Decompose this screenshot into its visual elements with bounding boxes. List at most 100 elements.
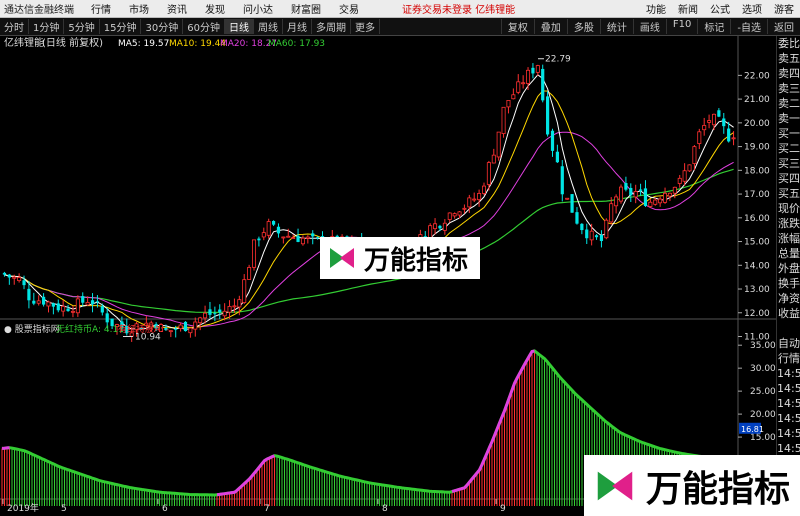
indicator-current: 16.81 bbox=[741, 425, 764, 434]
price-tick: 15.00 bbox=[744, 238, 770, 248]
candle-body bbox=[22, 280, 26, 286]
tool-button-0[interactable]: 复权 bbox=[500, 19, 534, 34]
sidebar-item: 委比 bbox=[778, 37, 800, 50]
stock-badge: 亿纬锂能 bbox=[475, 5, 516, 16]
period-tab-8[interactable]: 月线 bbox=[283, 19, 312, 34]
candle-body bbox=[32, 300, 36, 304]
indicator-tick: 20.00 bbox=[750, 410, 776, 420]
ma-label-3: MA60: 17.93 bbox=[268, 39, 325, 49]
candle-body bbox=[105, 313, 109, 323]
price-tick: 21.00 bbox=[744, 95, 770, 105]
candle-body bbox=[638, 189, 643, 191]
candle-body bbox=[442, 222, 447, 231]
sidebar-item: 自动 bbox=[778, 337, 800, 350]
date-tick: 8 bbox=[382, 504, 388, 514]
tool-button-2[interactable]: 多股 bbox=[566, 19, 600, 34]
tool-button-4[interactable]: 画线 bbox=[632, 19, 666, 34]
sidebar-item: 14:58 bbox=[777, 412, 800, 425]
tool-button-8[interactable]: 返回 bbox=[767, 19, 800, 34]
candle-body bbox=[66, 308, 70, 312]
right-menu-item-0[interactable]: 功能 bbox=[640, 1, 672, 16]
ma10-line bbox=[4, 90, 734, 329]
indicator-value-1: 无红持币A: 4.11 bbox=[56, 323, 124, 335]
menu-item-5[interactable]: 财富圈 bbox=[282, 1, 330, 16]
period-tab-0[interactable]: 分时 bbox=[0, 19, 29, 34]
tool-button-5[interactable]: F10 bbox=[665, 19, 697, 34]
menu-bar: 通达信金融终端 行情 市场 资讯 发现 问小达 财富圈 交易 证券交易未登录 亿纬锂能 功能… bbox=[0, 0, 800, 18]
watermark-logo-icon bbox=[326, 242, 358, 274]
candle-body bbox=[218, 309, 222, 313]
sidebar-item: 14:58 bbox=[777, 427, 800, 440]
menu-item-1[interactable]: 市场 bbox=[120, 1, 158, 16]
candle-body bbox=[247, 267, 252, 280]
candle-body bbox=[585, 229, 589, 239]
candle-body bbox=[722, 118, 726, 127]
period-tab-2[interactable]: 5分钟 bbox=[64, 19, 100, 34]
price-tick: 17.00 bbox=[744, 190, 770, 200]
user-label[interactable]: 游客 bbox=[768, 1, 800, 16]
candle-body bbox=[677, 177, 682, 184]
indicator-tick: 25.00 bbox=[750, 387, 776, 397]
period-tab-7[interactable]: 周线 bbox=[254, 19, 283, 34]
menu-item-4[interactable]: 问小达 bbox=[234, 1, 282, 16]
tool-button-3[interactable]: 统计 bbox=[599, 19, 633, 34]
price-tick: 14.00 bbox=[744, 261, 770, 271]
tool-button-7[interactable]: -自选 bbox=[730, 19, 767, 34]
candle-body bbox=[81, 296, 85, 303]
period-tab-4[interactable]: 30分钟 bbox=[141, 19, 184, 34]
right-menu-item-1[interactable]: 新闻 bbox=[672, 1, 704, 16]
candle-body bbox=[452, 213, 457, 217]
candle-body bbox=[276, 226, 281, 234]
candle-body bbox=[486, 162, 491, 185]
candle-body bbox=[648, 201, 653, 207]
period-tab-5[interactable]: 60分钟 bbox=[183, 19, 225, 34]
period-tab-1[interactable]: 1分钟 bbox=[29, 19, 65, 34]
candle-body bbox=[281, 236, 286, 239]
period-tabs: 分时 1分钟 5分钟 15分钟 30分钟 60分钟 日线 周线 月线 多周期 更多 bbox=[0, 19, 380, 34]
right-menu-item-2[interactable]: 公式 bbox=[704, 1, 736, 16]
candle-body bbox=[580, 223, 584, 231]
price-tick: 22.00 bbox=[744, 71, 770, 81]
sidebar-item: 买二 bbox=[778, 142, 800, 155]
login-notice[interactable]: 证券交易未登录 亿纬锂能 bbox=[402, 1, 515, 16]
candle-body bbox=[203, 312, 208, 319]
tool-button-6[interactable]: 标记 bbox=[697, 19, 730, 34]
sidebar-item: 14:58 bbox=[777, 397, 800, 410]
candle-body bbox=[594, 235, 599, 238]
right-menu-item-3[interactable]: 选项 bbox=[736, 1, 768, 16]
candle-body bbox=[316, 237, 320, 239]
menu-item-0[interactable]: 行情 bbox=[82, 1, 120, 16]
right-menu: 功能 新闻 公式 选项 游客 bbox=[640, 1, 800, 16]
app-title: 通达信金融终端 bbox=[4, 5, 74, 16]
price-tick: 20.00 bbox=[744, 119, 770, 129]
menu-item-3[interactable]: 发现 bbox=[196, 1, 234, 16]
sidebar-item: 总量 bbox=[778, 247, 800, 260]
candle-body bbox=[672, 186, 677, 194]
period-tab-10[interactable]: 更多 bbox=[351, 19, 380, 34]
candle-body bbox=[12, 276, 17, 279]
candle-body bbox=[27, 288, 31, 301]
candle-body bbox=[727, 128, 731, 142]
candle-body bbox=[188, 327, 193, 334]
candle-body bbox=[667, 192, 672, 197]
candle-body bbox=[433, 223, 438, 230]
period-tab-3[interactable]: 15分钟 bbox=[100, 19, 142, 34]
candle-body bbox=[462, 207, 467, 210]
candle-body bbox=[658, 198, 663, 204]
period-tab-9[interactable]: 多周期 bbox=[312, 19, 351, 34]
candle-body bbox=[208, 309, 212, 315]
candle-body bbox=[56, 303, 60, 311]
tool-button-1[interactable]: 叠加 bbox=[533, 19, 567, 34]
indicator-tick: 15.00 bbox=[750, 433, 776, 443]
menu-item-6[interactable]: 交易 bbox=[330, 1, 368, 16]
candle-body bbox=[589, 230, 594, 241]
period-tab-6[interactable]: 日线 bbox=[224, 19, 254, 34]
candle-body bbox=[653, 199, 658, 205]
price-tick: 13.00 bbox=[744, 285, 770, 295]
ma10 bbox=[4, 90, 734, 329]
candle-body bbox=[95, 301, 100, 303]
menu-item-2[interactable]: 资讯 bbox=[158, 1, 196, 16]
candle-body bbox=[614, 196, 619, 207]
candle-body bbox=[232, 305, 237, 308]
sidebar-item: 买五 bbox=[778, 187, 800, 200]
